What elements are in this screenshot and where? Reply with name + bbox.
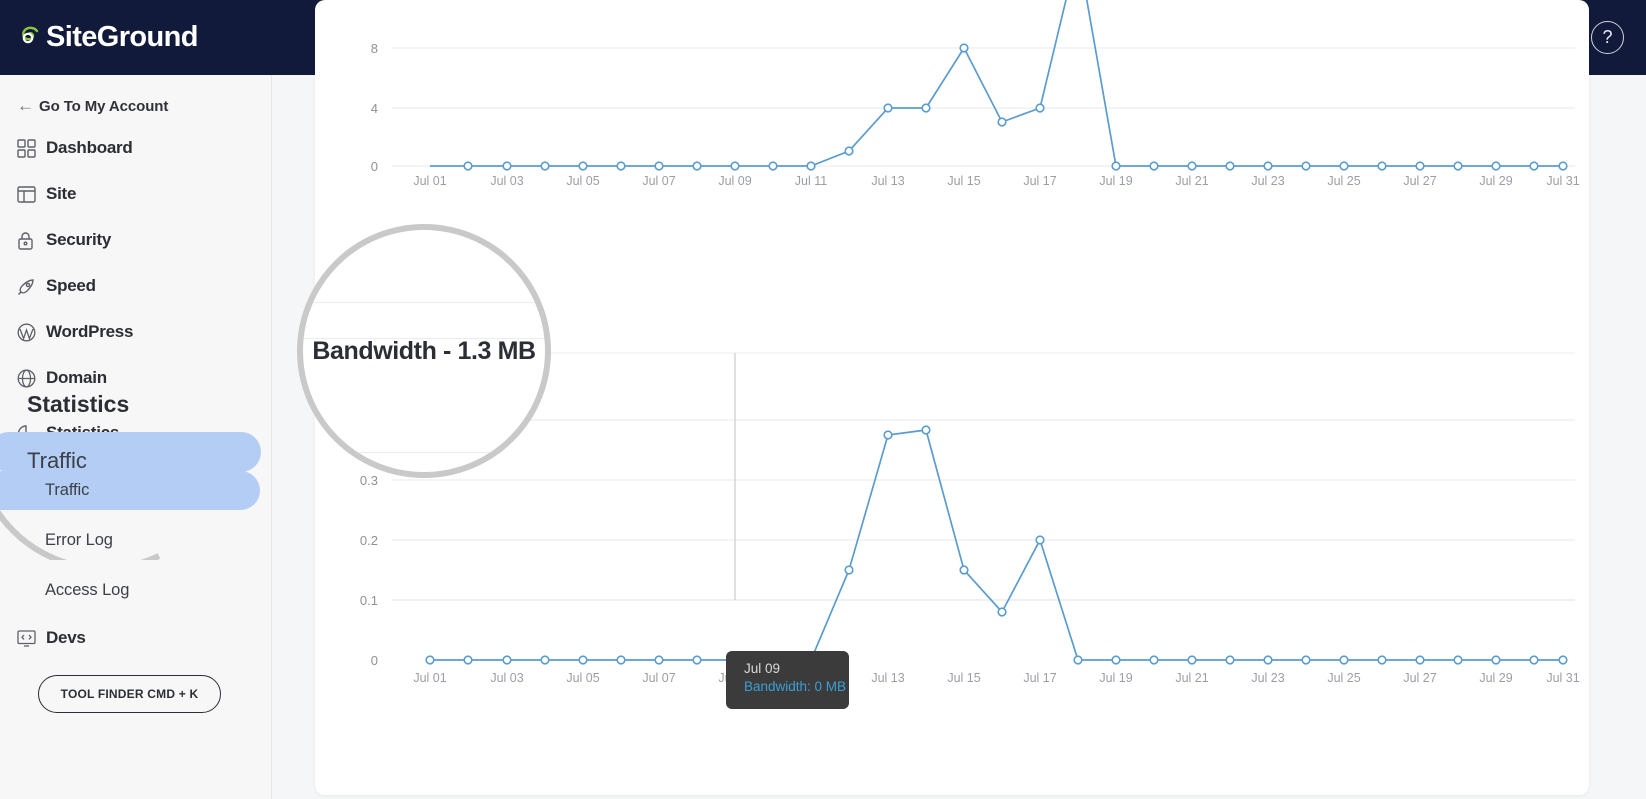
help-icon[interactable]: ? (1591, 21, 1624, 54)
sidebar-item-dashboard[interactable]: Dashboard (0, 125, 271, 171)
svg-text:0: 0 (371, 653, 378, 668)
svg-text:Jul 19: Jul 19 (1099, 174, 1132, 188)
sidebar-item-security[interactable]: Security (0, 217, 271, 263)
bandwidth-markers (425, 425, 1568, 665)
bandwidth-hover-marker (730, 655, 740, 665)
svg-text:Jul 11: Jul 11 (795, 671, 827, 685)
svg-text:Jul 31: Jul 31 (1546, 671, 1579, 685)
magnifier-lens: Bandwidth - 1.3 MB (297, 224, 551, 478)
svg-text:Jul 23: Jul 23 (1251, 174, 1284, 188)
svg-text:Jul 21: Jul 21 (1175, 174, 1208, 188)
app-root: SiteGround sg-testing.com CHANGE ? ← Go … (0, 0, 1646, 799)
bandwidth-gridlines (392, 352, 1575, 601)
svg-text:Jul 01: Jul 01 (413, 671, 446, 685)
svg-text:Jul 03: Jul 03 (490, 174, 523, 188)
arrow-left-icon: ← (17, 96, 34, 115)
svg-text:Jul 15: Jul 15 (947, 174, 980, 188)
chart-pie-icon (17, 422, 43, 444)
sidebar: ← Go To My Account Dashboard Site Securi… (0, 75, 272, 799)
sidebar-item-label: Domain (46, 368, 107, 387)
traffic-markers (463, 43, 1568, 171)
svg-text:Jul 19: Jul 19 (1099, 671, 1132, 685)
magnifier-gridlines (303, 230, 545, 472)
browser-window-icon (17, 183, 43, 205)
bandwidth-line (430, 429, 1563, 661)
svg-text:Jul 15: Jul 15 (947, 671, 980, 685)
traffic-y-axis-labels: 8 4 0 (371, 41, 378, 174)
go-to-my-account-label: Go To My Account (39, 97, 169, 115)
sidebar-item-label: Site (46, 184, 77, 203)
bandwidth-x-axis-labels: Jul 01 Jul 03 Jul 05 Jul 07 Jul 09 Jul 11 J… (413, 671, 1579, 685)
bandwidth-y-axis-labels: 0.3 0.2 0.1 0 (360, 473, 378, 668)
lock-icon (17, 229, 43, 251)
svg-text:Jul 21: Jul 21 (1175, 671, 1208, 685)
tool-finder-button[interactable]: TOOL FINDER CMD + K (38, 675, 221, 713)
svg-text:Jul 09: Jul 09 (718, 671, 751, 685)
svg-text:Jul 29: Jul 29 (1479, 671, 1512, 685)
siteground-logo-icon (14, 23, 44, 53)
svg-text:0.3: 0.3 (360, 473, 378, 488)
code-screen-icon (17, 627, 43, 649)
svg-text:Jul 03: Jul 03 (490, 671, 523, 685)
sidebar-item-label: Devs (46, 628, 86, 647)
svg-text:Jul 29: Jul 29 (1479, 174, 1512, 188)
sidebar-item-wordpress[interactable]: WordPress (0, 309, 271, 355)
sidebar-item-devs[interactable]: Devs (0, 615, 271, 661)
go-to-my-account-link[interactable]: ← Go To My Account (0, 87, 271, 125)
sidebar-item-label: Statistics (46, 423, 120, 442)
svg-text:Jul 25: Jul 25 (1327, 671, 1360, 685)
sidebar-item-label: Dashboard (46, 138, 133, 157)
svg-text:Jul 13: Jul 13 (871, 174, 904, 188)
sidebar-item-domain[interactable]: Domain (0, 355, 271, 401)
svg-text:Jul 17: Jul 17 (1023, 671, 1056, 685)
svg-text:8: 8 (371, 41, 378, 56)
traffic-gridlines (392, 47, 1575, 167)
sidebar-item-traffic[interactable]: Traffic (0, 465, 271, 515)
svg-text:Jul 09: Jul 09 (718, 174, 751, 188)
sidebar-sub-label: Error Log (45, 530, 113, 549)
svg-text:Jul 25: Jul 25 (1327, 174, 1360, 188)
rocket-icon (17, 275, 43, 297)
svg-text:0.2: 0.2 (360, 533, 378, 548)
svg-text:Jul 11: Jul 11 (795, 174, 827, 188)
grid-icon (17, 137, 43, 159)
svg-text:0.1: 0.1 (360, 593, 378, 608)
svg-text:4: 4 (371, 101, 378, 116)
wordpress-icon (17, 321, 43, 343)
svg-text:Jul 27: Jul 27 (1403, 671, 1436, 685)
svg-text:Jul 07: Jul 07 (642, 671, 675, 685)
sidebar-item-label: WordPress (46, 322, 134, 341)
sidebar-item-access-log[interactable]: Access Log (0, 565, 271, 615)
svg-text:Jul 13: Jul 13 (871, 671, 904, 685)
svg-text:Jul 31: Jul 31 (1546, 174, 1579, 188)
sidebar-item-error-log[interactable]: Error Log (0, 515, 271, 565)
sidebar-sub-label: Traffic (45, 480, 90, 499)
svg-text:Jul 23: Jul 23 (1251, 671, 1284, 685)
sidebar-item-statistics[interactable]: Statistics (0, 401, 271, 465)
svg-text:Jul 07: Jul 07 (642, 174, 675, 188)
svg-text:Jul 05: Jul 05 (566, 174, 599, 188)
svg-text:Jul 05: Jul 05 (566, 671, 599, 685)
globe-icon (17, 367, 43, 389)
sidebar-item-label: Speed (46, 276, 96, 295)
sidebar-item-label: Security (46, 230, 112, 249)
traffic-x-axis-labels: Jul 01 Jul 03 Jul 05 Jul 07 Jul 09 Jul 11 J… (413, 174, 1579, 188)
brand-logo[interactable]: SiteGround (14, 21, 198, 54)
svg-text:Jul 01: Jul 01 (413, 174, 446, 188)
sidebar-sub-label: Access Log (45, 580, 130, 599)
svg-text:Jul 27: Jul 27 (1403, 174, 1436, 188)
brand-name: SiteGround (46, 21, 198, 53)
sidebar-item-speed[interactable]: Speed (0, 263, 271, 309)
svg-text:Jul 17: Jul 17 (1023, 174, 1056, 188)
sidebar-item-site[interactable]: Site (0, 171, 271, 217)
svg-text:0: 0 (371, 159, 378, 174)
traffic-line (430, 0, 1563, 167)
